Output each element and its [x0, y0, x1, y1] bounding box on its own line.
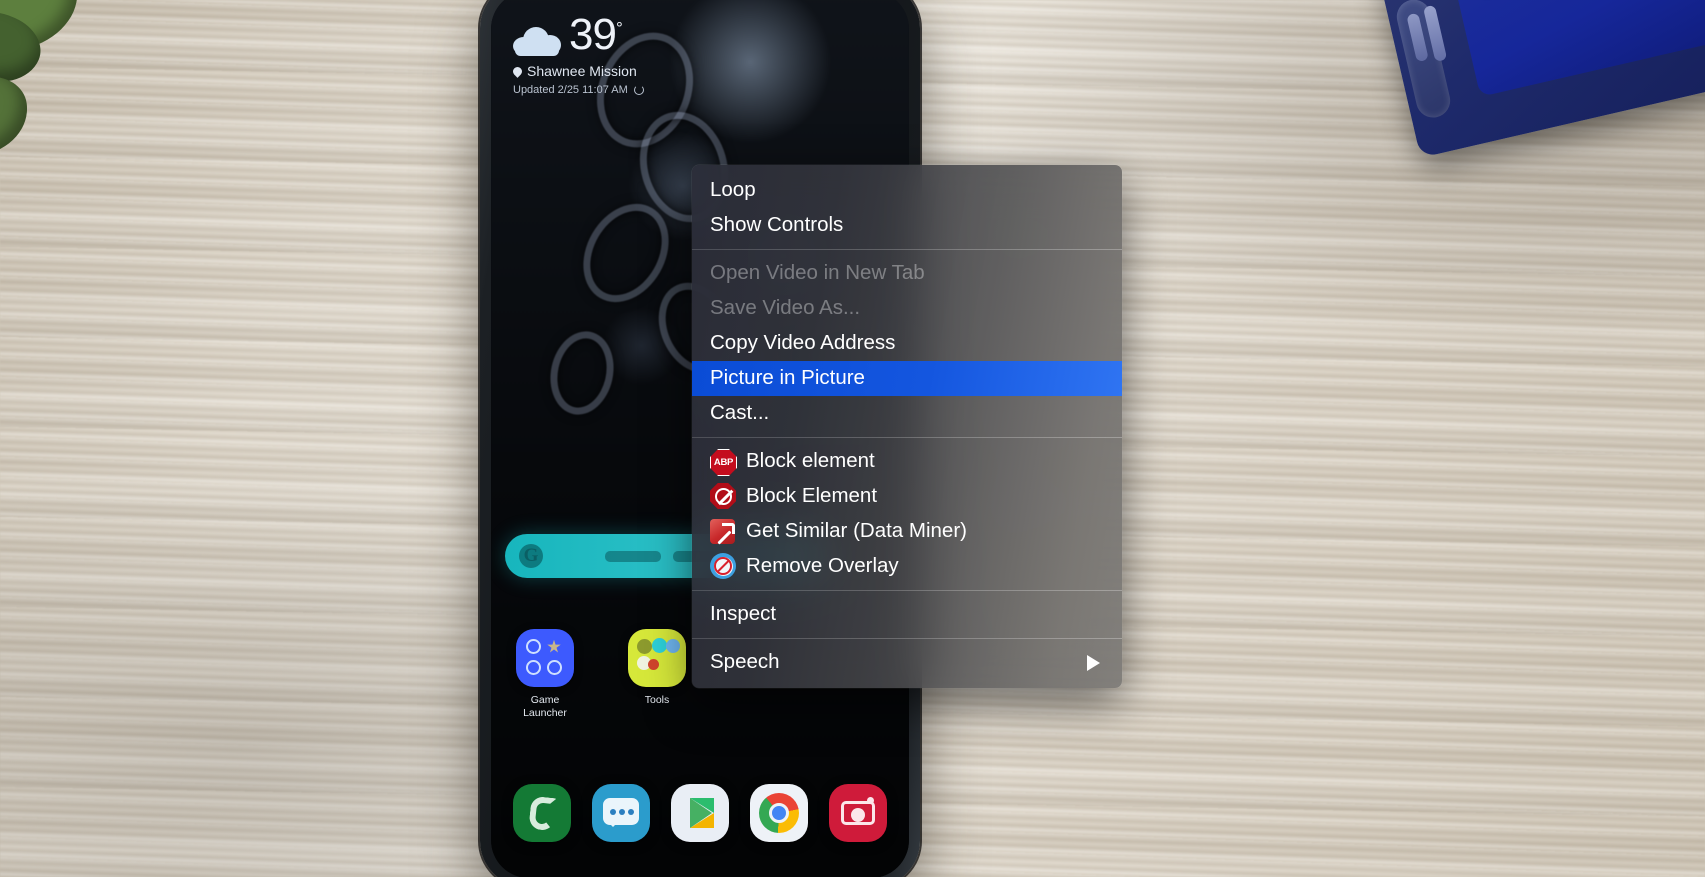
- app-label: Tools: [644, 693, 670, 706]
- menu-item-loop[interactable]: Loop: [692, 173, 1122, 208]
- camera-app-icon[interactable]: [829, 784, 887, 842]
- weather-location: Shawnee Mission: [527, 63, 637, 79]
- weather-location-row: Shawnee Mission: [511, 63, 644, 79]
- tools-folder-icon: [628, 628, 686, 687]
- menu-item-label: Inspect: [710, 602, 777, 626]
- menu-separator: [692, 437, 1122, 438]
- menu-item-picture-in-picture[interactable]: Picture in Picture: [692, 361, 1122, 396]
- play-store-app-icon[interactable]: [671, 784, 729, 842]
- menu-item-show-controls[interactable]: Show Controls: [692, 208, 1122, 243]
- menu-item-label: Open Video in New Tab: [710, 261, 925, 285]
- weather-temperature: 39°: [569, 10, 623, 59]
- chrome-app-icon[interactable]: [750, 784, 808, 842]
- menu-item-label: Loop: [710, 178, 756, 202]
- menu-item-get-similar-data-miner[interactable]: Get Similar (Data Miner): [692, 514, 1122, 549]
- menu-separator: [692, 249, 1122, 250]
- menu-item-block-element[interactable]: Block Element: [692, 479, 1122, 514]
- ublock-origin-icon: [710, 483, 737, 510]
- degree-symbol: °: [615, 18, 623, 38]
- phone-dock: [503, 784, 897, 842]
- menu-item-label: Save Video As...: [710, 296, 861, 320]
- menu-item-label: Cast...: [710, 401, 770, 425]
- phone-app-icon[interactable]: [513, 784, 571, 842]
- chevron-right-icon: [1087, 654, 1100, 671]
- weather-widget[interactable]: 39° Shawnee Mission Updated 2/25 11:07 A…: [511, 13, 644, 96]
- data-miner-icon: [710, 518, 737, 545]
- screenshot-stage: bile 39° Shawnee M: [0, 0, 1705, 877]
- menu-item-block-element[interactable]: ABP Block element: [692, 444, 1122, 479]
- search-placeholder-blur: [605, 550, 661, 562]
- remove-overlay-icon: [710, 553, 737, 580]
- adblock-plus-glyph: ABP: [710, 449, 737, 476]
- leaf: [0, 72, 33, 160]
- menu-item-label: Get Similar (Data Miner): [746, 519, 967, 543]
- menu-item-label: Speech: [710, 650, 780, 674]
- messages-app-icon[interactable]: [592, 784, 650, 842]
- data-miner-glyph: [710, 519, 735, 544]
- menu-item-label: Copy Video Address: [710, 331, 896, 355]
- remove-overlay-glyph: [710, 553, 736, 579]
- weather-main-row: 39°: [513, 13, 644, 57]
- menu-item-label: Show Controls: [710, 213, 844, 237]
- menu-item-remove-overlay[interactable]: Remove Overlay: [692, 549, 1122, 584]
- app-icon-game-launcher[interactable]: Game Launcher: [507, 628, 583, 720]
- menu-item-label: Block element: [746, 449, 875, 473]
- adblock-plus-icon: ABP: [710, 448, 737, 476]
- google-logo-icon: G: [519, 544, 543, 568]
- app-label: Game Launcher: [507, 694, 583, 720]
- location-pin-icon: [511, 64, 524, 78]
- app-icon-tools[interactable]: Tools: [619, 628, 695, 720]
- weather-updated-text: Updated 2/25 11:07 AM: [513, 84, 628, 96]
- app-label-line1: Game: [530, 693, 560, 706]
- menu-separator: [692, 590, 1122, 591]
- menu-item-label: Remove Overlay: [746, 554, 899, 578]
- menu-item-speech[interactable]: Speech: [692, 645, 1122, 680]
- menu-item-label: Block Element: [746, 484, 878, 508]
- cloud-icon: [513, 25, 561, 56]
- app-label-line2: Launcher: [523, 706, 567, 719]
- menu-separator: [692, 638, 1122, 639]
- plant-leaves: [0, 0, 116, 160]
- refresh-icon[interactable]: [633, 85, 644, 95]
- menu-item-copy-video-address[interactable]: Copy Video Address: [692, 326, 1122, 361]
- game-launcher-icon: [516, 628, 574, 687]
- app-grid: Game Launcher Tools: [507, 628, 695, 720]
- menu-item-save-video-as: Save Video As...: [692, 291, 1122, 326]
- menu-item-cast[interactable]: Cast...: [692, 396, 1122, 431]
- menu-item-inspect[interactable]: Inspect: [692, 597, 1122, 632]
- temperature-value: 39: [569, 10, 617, 59]
- ublock-origin-glyph: [710, 483, 736, 509]
- context-menu[interactable]: Loop Show Controls Open Video in New Tab Sa…: [692, 165, 1122, 688]
- menu-item-label: Picture in Picture: [710, 366, 865, 390]
- wallpaper-chain-link: [542, 325, 622, 421]
- weather-updated-row: Updated 2/25 11:07 AM: [513, 84, 644, 96]
- menu-item-open-video-in-new-tab: Open Video in New Tab: [692, 256, 1122, 291]
